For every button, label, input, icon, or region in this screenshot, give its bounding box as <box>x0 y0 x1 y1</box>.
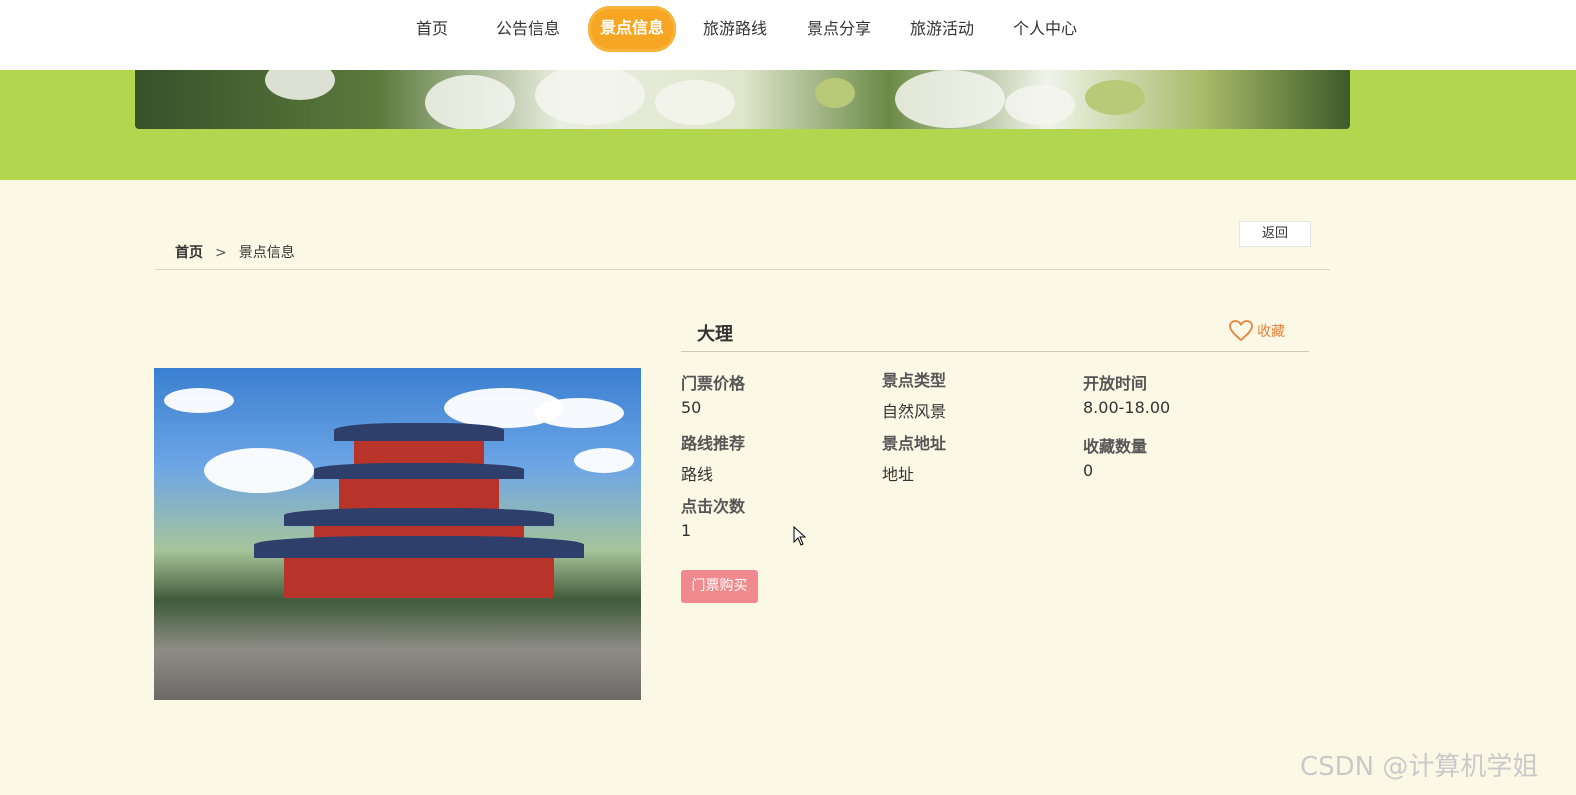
ticket-price-value: 50 <box>681 398 702 417</box>
route-label: 路线推荐 <box>681 434 746 453</box>
favorite-label: 收藏 <box>1257 324 1285 340</box>
open-time-label: 开放时间 <box>1083 374 1148 393</box>
top-nav: 首页 公告信息 景点信息 旅游路线 景点分享 旅游活动 个人中心 <box>0 0 1576 70</box>
fav-count-label: 收藏数量 <box>1083 437 1148 456</box>
type-value: 自然风景 <box>882 402 947 421</box>
attraction-photo <box>154 368 641 700</box>
divider <box>681 351 1309 352</box>
open-time-value: 8.00-18.00 <box>1083 398 1171 417</box>
clicks-label: 点击次数 <box>681 497 746 516</box>
address-value: 地址 <box>882 465 915 484</box>
attraction-title: 大理 <box>697 324 733 345</box>
route-value: 路线 <box>681 465 714 484</box>
favorite-button[interactable]: 收藏 <box>1229 320 1285 342</box>
address-label: 景点地址 <box>882 434 947 453</box>
breadcrumb-current: 景点信息 <box>238 245 295 261</box>
nav-item-home[interactable]: 首页 <box>412 14 452 44</box>
heart-icon <box>1229 320 1253 342</box>
back-button[interactable]: 返回 <box>1239 221 1311 247</box>
fav-count-value: 0 <box>1083 461 1094 480</box>
nav-item-attractions[interactable]: 景点信息 <box>588 6 676 52</box>
nav-item-share[interactable]: 景点分享 <box>804 14 874 44</box>
breadcrumb: 首页 > 景点信息 <box>175 242 295 262</box>
nav-item-announcements[interactable]: 公告信息 <box>493 14 563 44</box>
watermark: CSDN @计算机学姐 <box>1300 752 1539 782</box>
type-label: 景点类型 <box>882 371 947 390</box>
nav-item-profile[interactable]: 个人中心 <box>1010 14 1080 44</box>
divider <box>155 269 1330 270</box>
banner-image <box>135 70 1350 129</box>
mouse-cursor-icon <box>793 526 807 546</box>
clicks-value: 1 <box>681 521 692 540</box>
nav-item-activities[interactable]: 旅游活动 <box>907 14 977 44</box>
breadcrumb-separator: > <box>215 245 227 261</box>
breadcrumb-home[interactable]: 首页 <box>175 245 203 261</box>
nav-item-routes[interactable]: 旅游路线 <box>700 14 770 44</box>
buy-ticket-button[interactable]: 门票购买 <box>681 570 758 603</box>
ticket-price-label: 门票价格 <box>681 374 746 393</box>
